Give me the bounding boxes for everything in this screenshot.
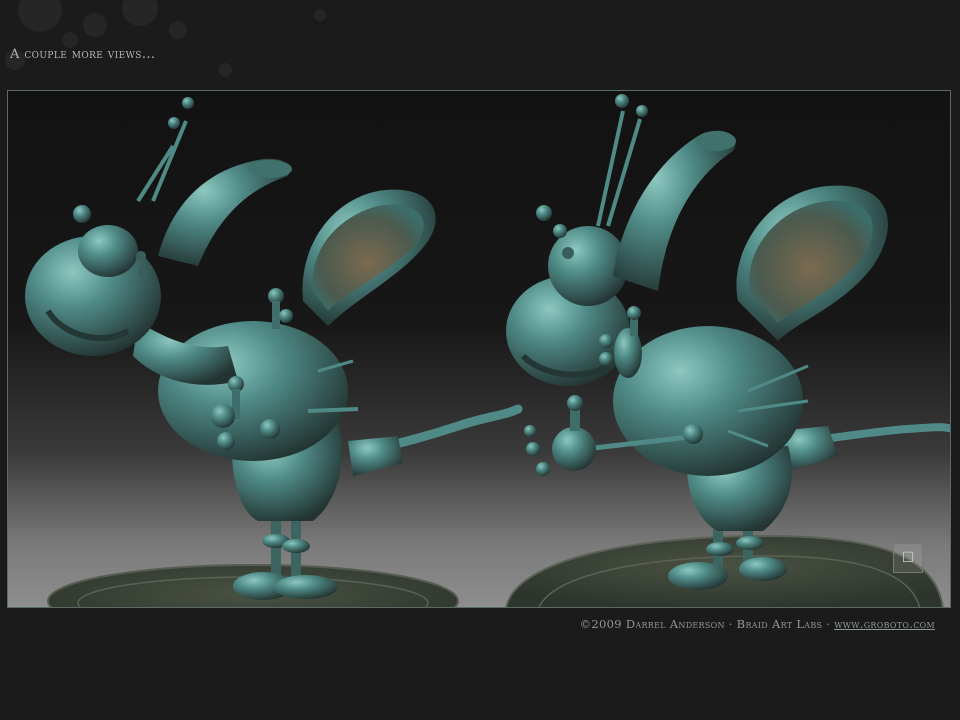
signature-logo-icon: ☐ <box>893 543 923 573</box>
groboto-link[interactable]: www.groboto.com <box>834 617 935 631</box>
copyright-footer: ©2009 Darrel Anderson · Braid Art Labs ·… <box>580 617 935 631</box>
page-title: A couple more views... <box>10 47 156 62</box>
creature-view-left <box>25 97 523 607</box>
creature-view-right <box>505 94 950 607</box>
copyright-text: ©2009 Darrel Anderson · Braid Art Labs · <box>579 617 835 631</box>
signature-logo-glyph: ☐ <box>901 550 915 566</box>
render-viewport <box>7 90 951 608</box>
sculpture-render <box>25 94 950 607</box>
